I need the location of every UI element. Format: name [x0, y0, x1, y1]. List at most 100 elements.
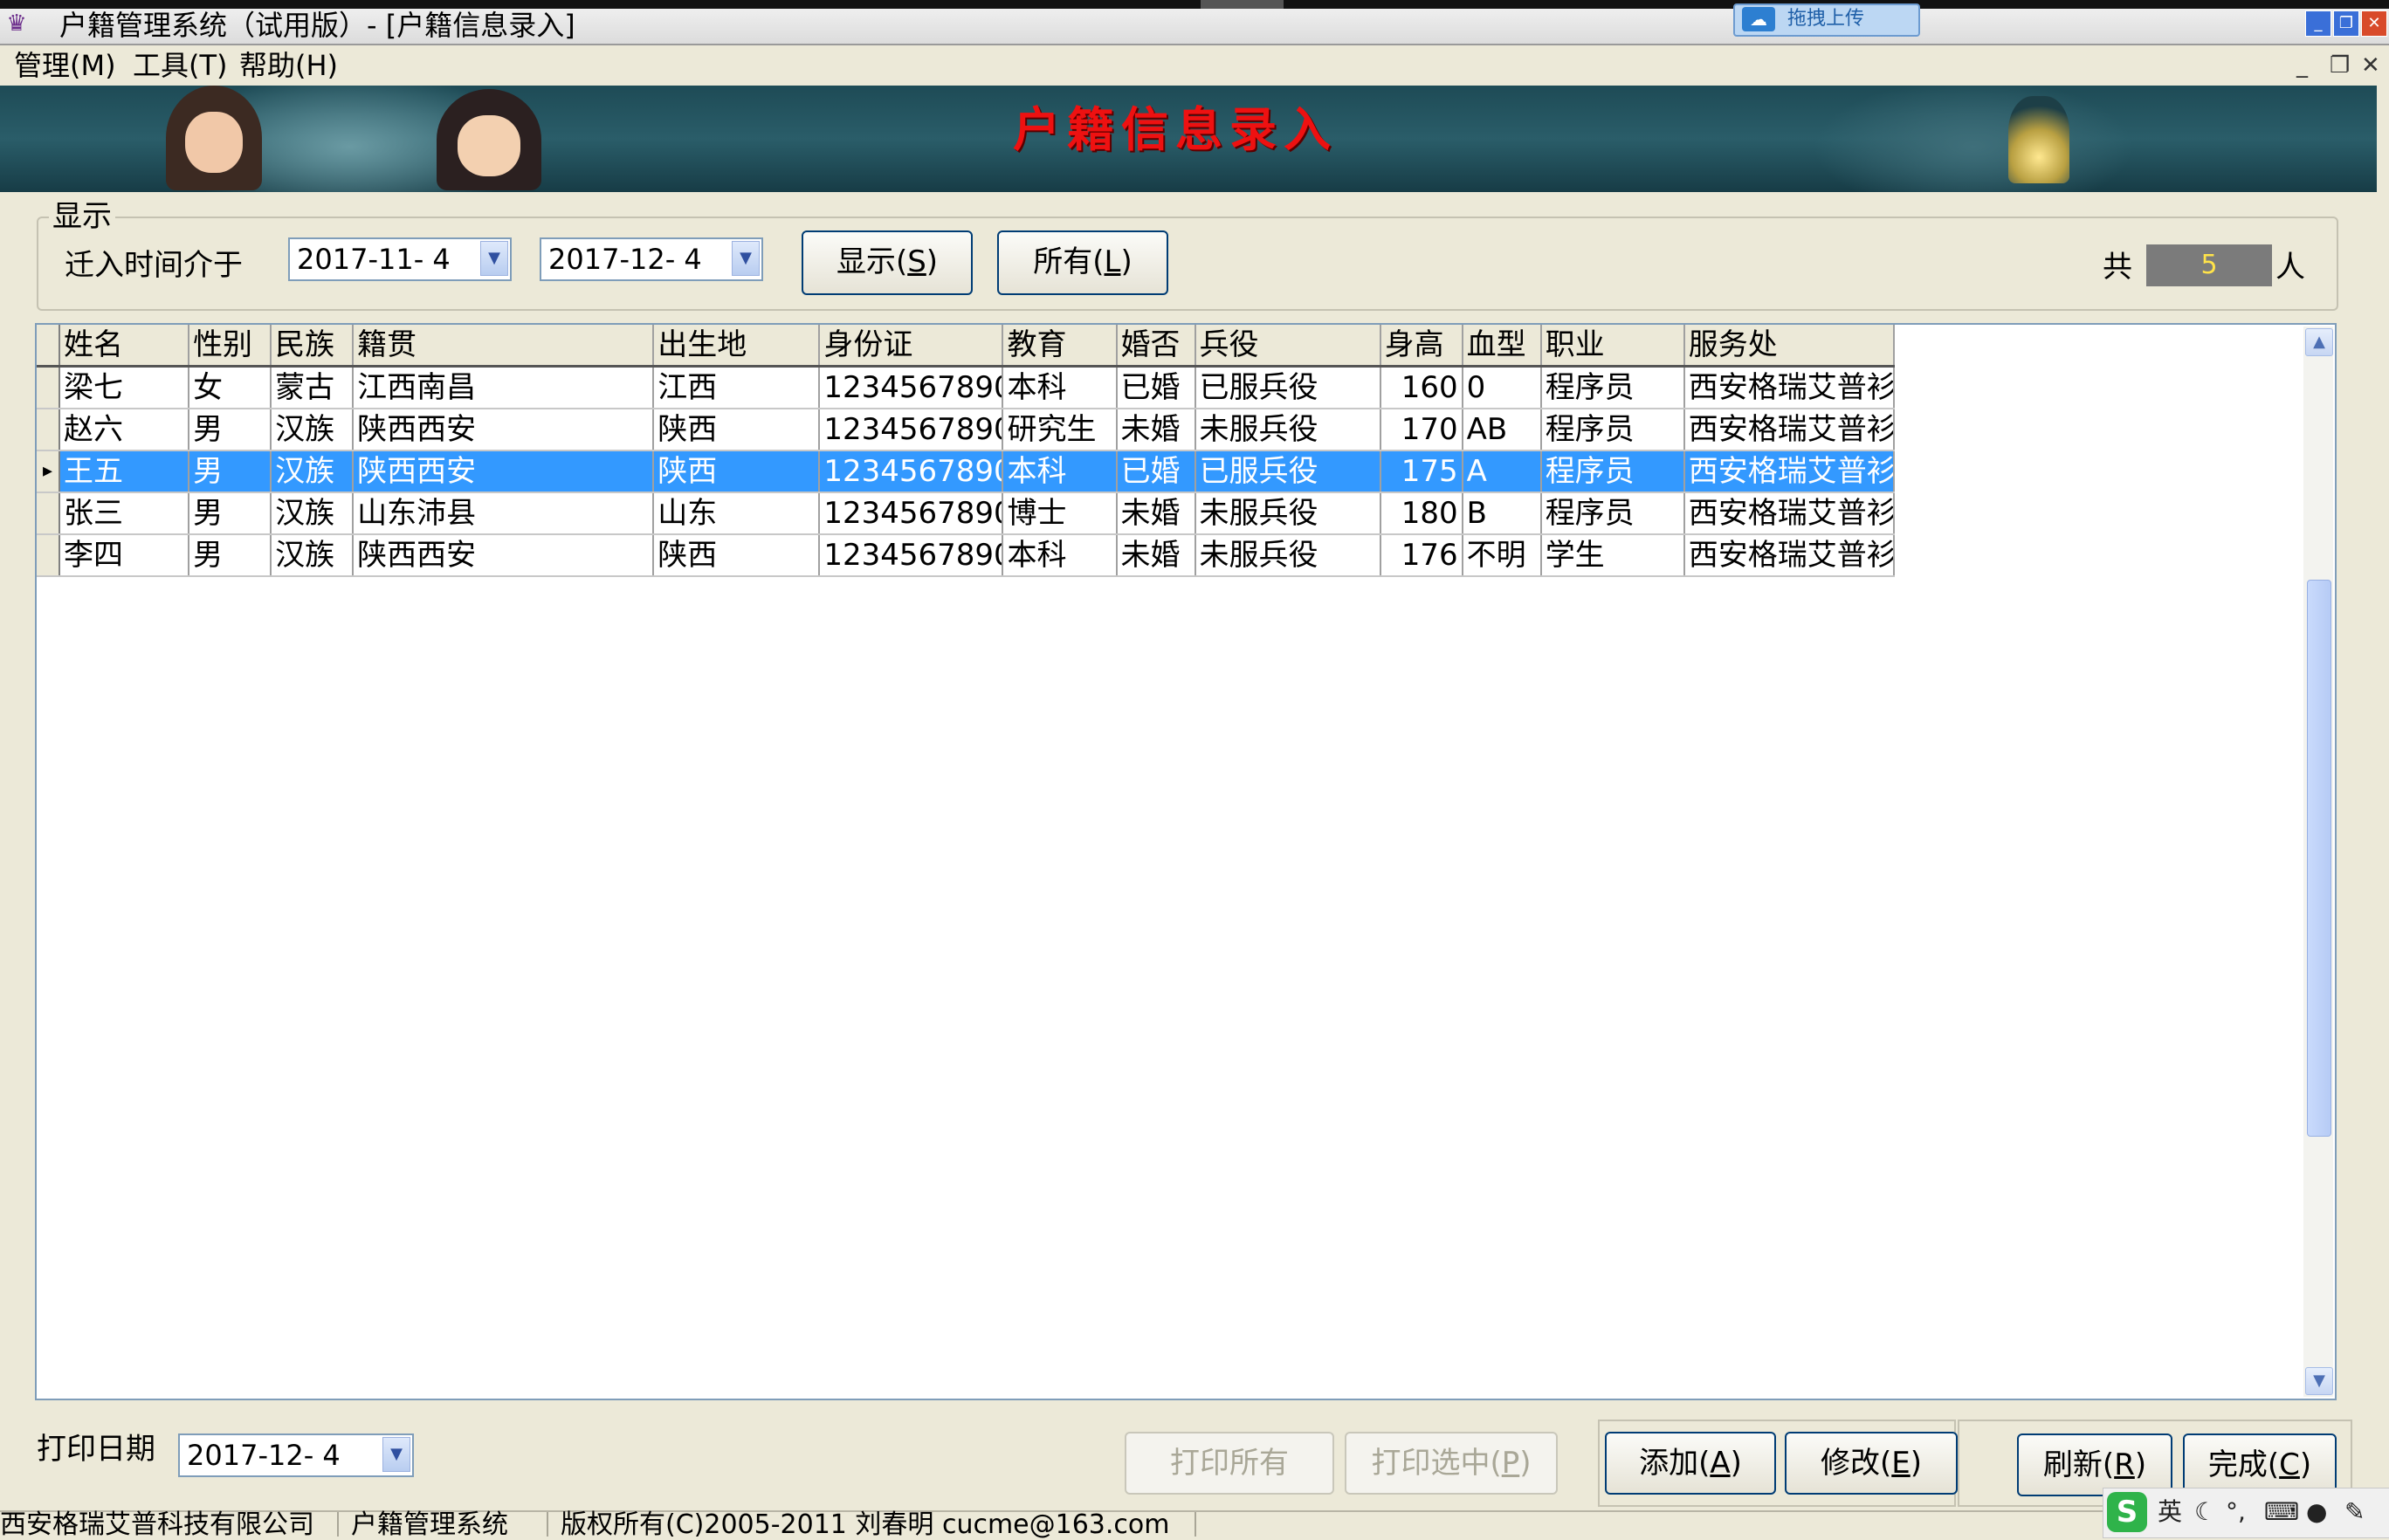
table-cell[interactable]: 已婚 [1116, 366, 1196, 409]
column-header[interactable]: 教育 [1002, 325, 1118, 368]
app-icon[interactable]: ♛ [3, 10, 30, 37]
mdi-minimize-icon[interactable]: _ [2296, 51, 2308, 80]
table-cell[interactable]: 山东沛县 [353, 492, 655, 535]
table-cell[interactable]: 男 [189, 409, 272, 451]
vertical-scrollbar[interactable]: ▲ ▼ [2303, 327, 2333, 1397]
table-cell[interactable]: 本科 [1002, 366, 1118, 409]
column-header[interactable]: 性别 [189, 325, 272, 368]
table-cell[interactable]: 学生 [1540, 534, 1685, 577]
table-cell[interactable]: 陕西西安 [353, 450, 655, 493]
table-cell[interactable]: 西安格瑞艾普衫 [1683, 534, 1896, 577]
table-cell[interactable]: 160 [1380, 366, 1463, 409]
menu-tools[interactable]: 工具(T) [133, 49, 228, 82]
table-cell[interactable]: 博士 [1002, 492, 1118, 535]
table-cell[interactable]: 张三 [59, 492, 190, 535]
table-row[interactable]: 李四男汉族 陕西西安 陕西 1234567890 本科 未婚 未服兵役 176 不明 学生 西安格瑞… [37, 534, 1896, 577]
table-cell[interactable]: 陕西西安 [353, 534, 655, 577]
column-header[interactable]: 服务处 [1683, 325, 1896, 368]
table-cell[interactable]: 汉族 [271, 534, 355, 577]
table-cell[interactable]: 陕西 [653, 450, 821, 493]
table-cell[interactable]: 程序员 [1540, 366, 1685, 409]
add-button[interactable]: 添加(A) [1605, 1432, 1776, 1495]
column-header[interactable]: 职业 [1540, 325, 1685, 368]
row-indicator[interactable] [37, 492, 60, 535]
chevron-down-icon[interactable]: ▼ [480, 241, 508, 276]
table-cell[interactable]: 1234567890 [819, 492, 1004, 535]
table-cell[interactable]: 0 [1462, 366, 1542, 409]
row-indicator[interactable] [37, 366, 60, 409]
table-cell[interactable]: 男 [189, 450, 272, 493]
print-all-button[interactable]: 打印所有 [1125, 1432, 1334, 1495]
table-cell[interactable]: 不明 [1462, 534, 1542, 577]
table-cell[interactable]: 程序员 [1540, 409, 1685, 451]
restore-icon[interactable]: ❐ [2333, 10, 2359, 37]
table-cell[interactable]: 赵六 [59, 409, 190, 451]
table-cell[interactable]: 已服兵役 [1194, 450, 1381, 493]
table-cell[interactable]: 1234567890 [819, 534, 1004, 577]
scroll-thumb[interactable] [2307, 580, 2331, 1137]
chevron-down-icon[interactable]: ▼ [732, 241, 760, 276]
table-row[interactable]: 梁七女蒙古 江西南昌 江西 1234567890 本科 已婚 已服兵役 160 0 程序员 西安格瑞… [37, 366, 1896, 409]
scroll-up-icon[interactable]: ▲ [2305, 328, 2333, 356]
table-cell[interactable]: 未婚 [1116, 534, 1196, 577]
table-cell[interactable]: 陕西 [653, 409, 821, 451]
table-cell[interactable]: B [1462, 492, 1542, 535]
table-cell[interactable]: 西安格瑞艾普衫 [1683, 366, 1896, 409]
table-cell[interactable]: 女 [189, 366, 272, 409]
punctuation-icon[interactable]: °, [2226, 1497, 2246, 1527]
table-cell[interactable]: 西安格瑞艾普衫 [1683, 409, 1896, 451]
table-cell[interactable]: 汉族 [271, 492, 355, 535]
table-cell[interactable]: 西安格瑞艾普衫 [1683, 492, 1896, 535]
table-cell[interactable]: 未服兵役 [1194, 534, 1381, 577]
table-cell[interactable]: 1234567890 [819, 366, 1004, 409]
date-to-picker[interactable]: 2017-12- 4 ▼ [540, 237, 763, 281]
minimize-icon[interactable]: _ [2305, 10, 2331, 37]
table-cell[interactable]: A [1462, 450, 1542, 493]
table-cell[interactable]: 本科 [1002, 450, 1118, 493]
ime-toolbar[interactable]: S 英 ☾ °, ⌨ ● ✎ [2103, 1488, 2389, 1538]
table-row[interactable]: ▸ 王五男汉族 陕西西安 陕西 1234567890 本科 已婚 已服兵役 175 A 程序员 西安格… [37, 450, 1896, 493]
mdi-close-icon[interactable]: ✕ [2361, 51, 2380, 80]
table-cell[interactable]: 未服兵役 [1194, 492, 1381, 535]
table-cell[interactable]: 180 [1380, 492, 1463, 535]
table-row[interactable]: 赵六男汉族 陕西西安 陕西 1234567890 研究生 未婚 未服兵役 170 AB 程序员 西安… [37, 409, 1896, 451]
column-header[interactable]: 婚否 [1116, 325, 1196, 368]
all-button[interactable]: 所有(L) [997, 230, 1168, 295]
table-cell[interactable]: 1234567890 [819, 450, 1004, 493]
close-icon[interactable]: ✕ [2361, 10, 2387, 37]
column-header[interactable]: 姓名 [59, 325, 190, 368]
sogou-icon[interactable]: S [2107, 1492, 2147, 1532]
table-cell[interactable]: 本科 [1002, 534, 1118, 577]
table-cell[interactable]: 男 [189, 534, 272, 577]
row-indicator[interactable] [37, 409, 60, 451]
table-cell[interactable]: 蒙古 [271, 366, 355, 409]
menu-help[interactable]: 帮助(H) [239, 49, 338, 82]
table-cell[interactable]: 程序员 [1540, 450, 1685, 493]
upload-widget[interactable]: ☁ 拖拽上传 [1733, 3, 1920, 37]
column-header[interactable]: 出生地 [653, 325, 821, 368]
row-indicator[interactable]: ▸ [37, 450, 60, 493]
table-cell[interactable]: 山东 [653, 492, 821, 535]
ime-language[interactable]: 英 [2158, 1497, 2182, 1527]
table-cell[interactable]: 汉族 [271, 450, 355, 493]
table-cell[interactable]: 170 [1380, 409, 1463, 451]
column-header[interactable]: 身高 [1380, 325, 1463, 368]
row-indicator[interactable] [37, 534, 60, 577]
table-cell[interactable]: 陕西 [653, 534, 821, 577]
table-cell[interactable]: 汉族 [271, 409, 355, 451]
date-from-picker[interactable]: 2017-11- 4 ▼ [288, 237, 512, 281]
user-icon[interactable]: ● [2306, 1497, 2327, 1527]
chevron-down-icon[interactable]: ▼ [382, 1437, 410, 1472]
table-cell[interactable]: 175 [1380, 450, 1463, 493]
table-cell[interactable]: AB [1462, 409, 1542, 451]
data-grid[interactable]: 姓名 性别 民族 籍贯 出生地 身份证 教育 婚否 兵役 身高 血型 职业 服务处 梁七女蒙古 江西南昌江… [35, 323, 2337, 1400]
table-cell[interactable]: 李四 [59, 534, 190, 577]
table-cell[interactable]: 已服兵役 [1194, 366, 1381, 409]
table-cell[interactable]: 研究生 [1002, 409, 1118, 451]
edit-button[interactable]: 修改(E) [1785, 1432, 1958, 1495]
scroll-down-icon[interactable]: ▼ [2305, 1367, 2333, 1395]
table-cell[interactable]: 西安格瑞艾普衫 [1683, 450, 1896, 493]
table-cell[interactable]: 陕西西安 [353, 409, 655, 451]
column-header[interactable]: 身份证 [819, 325, 1004, 368]
column-header[interactable]: 籍贯 [353, 325, 655, 368]
